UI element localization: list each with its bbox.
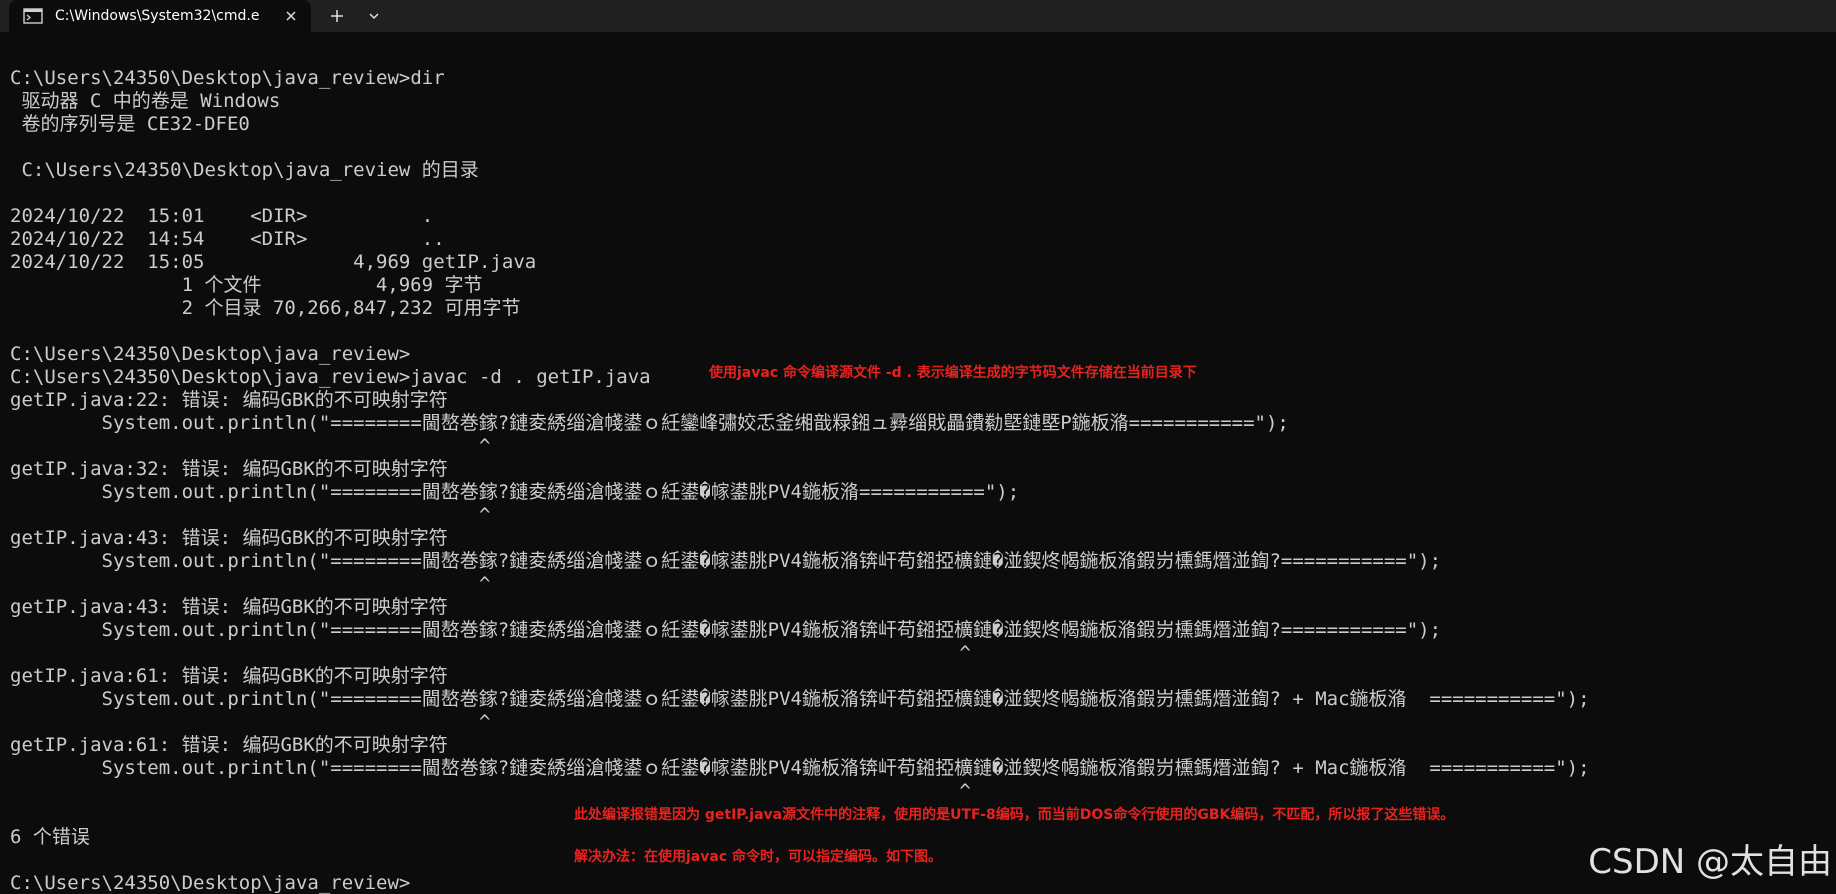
terminal-line: C:\Users\24350\Desktop\java_review>dir bbox=[10, 67, 445, 89]
terminal-line: ^ bbox=[10, 642, 971, 664]
terminal-line: ^ bbox=[10, 435, 491, 457]
tab-cmd[interactable]: C:\Windows\System32\cmd.e bbox=[9, 0, 311, 32]
terminal-line: 2 个目录 70,266,847,232 可用字节 bbox=[10, 297, 521, 319]
terminal-line: ^ bbox=[10, 780, 971, 802]
terminal-line: getIP.java:61: 错误: 编码GBK的不可映射字符 bbox=[10, 734, 448, 756]
csdn-watermark: CSDN @太自由 bbox=[1588, 842, 1832, 882]
terminal-line: C:\Users\24350\Desktop\java_review> bbox=[10, 343, 411, 365]
terminal-line: 卷的序列号是 CE32-DFE0 bbox=[10, 113, 250, 135]
terminal-line: 6 个错误 bbox=[10, 826, 90, 848]
terminal-line: ^ bbox=[10, 504, 491, 526]
tab-title: C:\Windows\System32\cmd.e bbox=[55, 8, 260, 24]
terminal-line: getIP.java:32: 错误: 编码GBK的不可映射字符 bbox=[10, 458, 448, 480]
terminal-icon bbox=[23, 8, 43, 24]
new-tab-button[interactable] bbox=[321, 4, 353, 28]
solution-annotation: 解决办法：在使用javac 命令时，可以指定编码。如下图。 bbox=[574, 849, 942, 865]
terminal-line: getIP.java:22: 错误: 编码GBK的不可映射字符 bbox=[10, 389, 448, 411]
terminal-line: C:\Users\24350\Desktop\java_review> bbox=[10, 872, 411, 894]
terminal-line: ^ bbox=[10, 711, 491, 733]
terminal-line: getIP.java:43: 错误: 编码GBK的不可映射字符 bbox=[10, 527, 448, 549]
terminal-line: System.out.println("========閫嶅巻鎵?鏈夌綉缁滄帴鍙… bbox=[10, 688, 1590, 710]
terminal-line: 驱动器 C 中的卷是 Windows bbox=[10, 90, 281, 112]
terminal-line: System.out.println("========閫嶅巻鎵?鏈夌綉缁滄帴鍙… bbox=[10, 481, 1020, 503]
chevron-down-icon bbox=[369, 13, 379, 20]
terminal-line: 1 个文件 4,969 字节 bbox=[10, 274, 483, 296]
terminal-line: System.out.println("========閫嶅巻鎵?鏈夌綉缁滄帴鍙… bbox=[10, 550, 1442, 572]
close-icon[interactable] bbox=[283, 8, 299, 24]
javac-annotation: 使用javac 命令编译源文件 -d . 表示编译生成的字节码文件存储在当前目录… bbox=[709, 365, 1197, 381]
terminal-line: 2024/10/22 15:05 4,969 getIP.java bbox=[10, 251, 537, 273]
title-bar: C:\Windows\System32\cmd.e bbox=[0, 0, 1836, 32]
tab-dropdown-button[interactable] bbox=[358, 4, 390, 28]
terminal-line: 2024/10/22 14:54 <DIR> .. bbox=[10, 228, 445, 250]
terminal-line: 2024/10/22 15:01 <DIR> . bbox=[10, 205, 434, 227]
terminal-line: getIP.java:61: 错误: 编码GBK的不可映射字符 bbox=[10, 665, 448, 687]
terminal-line: System.out.println("========閫嶅巻鎵?鏈夌綉缁滄帴鍙… bbox=[10, 412, 1289, 434]
terminal-output[interactable]: C:\Users\24350\Desktop\java_review>dir 驱… bbox=[10, 67, 1830, 894]
terminal-line: System.out.println("========閫嶅巻鎵?鏈夌綉缁滄帴鍙… bbox=[10, 619, 1442, 641]
terminal-line: ^ bbox=[10, 573, 491, 595]
plus-icon bbox=[331, 10, 343, 22]
terminal-line: System.out.println("========閫嶅巻鎵?鏈夌綉缁滄帴鍙… bbox=[10, 757, 1590, 779]
error-reason-annotation: 此处编译报错是因为 getIP.java源文件中的注释，使用的是UTF-8编码，… bbox=[574, 807, 1455, 823]
terminal-line: C:\Users\24350\Desktop\java_review 的目录 bbox=[10, 159, 479, 181]
terminal-line: getIP.java:43: 错误: 编码GBK的不可映射字符 bbox=[10, 596, 448, 618]
